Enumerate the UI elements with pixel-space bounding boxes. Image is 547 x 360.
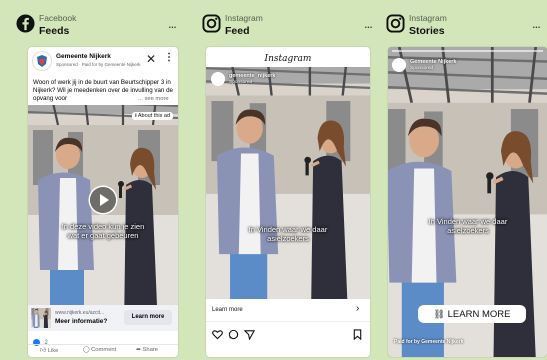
share-label: Share <box>142 347 158 353</box>
avatar <box>33 52 51 70</box>
video-caption: In Vinden waar we daar asielzoekers <box>428 217 508 235</box>
avatar <box>392 58 406 72</box>
video-caption: In Vinden waar we daar asielzoekers <box>248 225 328 243</box>
reaction-summary: 2 <box>33 334 48 347</box>
instagram-story-preview: Gemeente Nijkerk Sponsored In Vinden waa… <box>388 47 547 357</box>
facebook-icon <box>16 14 35 33</box>
placement-label: Feed <box>225 25 250 37</box>
see-more-link[interactable]: ... see more <box>136 96 169 102</box>
post-actions <box>206 325 370 343</box>
chevron-right-icon: › <box>356 303 360 314</box>
paid-for-label: Paid for by Gemeente Nijkerk <box>394 339 464 345</box>
action-bar: 👍︎ Like ◯ Comment ➦ Share <box>28 344 178 357</box>
sponsored-label: Sponsored <box>410 66 434 71</box>
video-thumbnail[interactable]: gemeente_nijkerk Sponsored In Vinden waa… <box>206 67 370 299</box>
play-button[interactable] <box>90 187 116 213</box>
play-icon <box>100 194 109 206</box>
info-icon: i <box>135 113 137 119</box>
story-progress-bar <box>392 50 543 52</box>
video-thumbnail[interactable]: i About this ad In deze video kun je zie… <box>28 105 178 305</box>
sponsored-label: Sponsored <box>229 80 253 85</box>
facebook-ad-preview: Gemeente Nijkerk Sponsored · Paid for by… <box>28 47 178 357</box>
platform-label: Facebook <box>39 13 77 23</box>
video-frame <box>206 67 370 299</box>
instagram-icon <box>386 14 405 33</box>
close-icon[interactable]: ✕ <box>146 53 156 65</box>
comment-icon: ◯ <box>83 347 90 353</box>
platform-label: Instagram <box>409 13 447 23</box>
instagram-feed-preview: Instagram gemeente_nijkerk Sponsored In … <box>206 47 370 357</box>
placement-header: Instagram Feed ... <box>202 10 378 40</box>
comment-icon[interactable] <box>228 329 239 340</box>
account-header: gemeente_nijkerk Sponsored <box>211 72 361 90</box>
learn-more-label: LEARN MORE <box>447 309 511 320</box>
about-ad-badge[interactable]: i About this ad <box>132 112 173 120</box>
instagram-feed-column: Instagram Feed ... Instagram gemeente_ni… <box>192 0 378 360</box>
account-name[interactable]: gemeente_nijkerk <box>229 73 275 79</box>
like-button[interactable]: 👍︎ Like <box>40 347 58 354</box>
facebook-feeds-column: Facebook Feeds ... Gemeente Nijkerk Spon… <box>0 0 192 360</box>
about-ad-label: About this ad <box>137 113 170 119</box>
account-name[interactable]: Gemeente Nijkerk <box>410 59 456 65</box>
story-video[interactable]: Gemeente Nijkerk Sponsored In Vinden waa… <box>388 47 547 357</box>
account-header: Gemeente Nijkerk Sponsored <box>392 58 542 74</box>
instagram-stories-column: Instagram Stories ... Gemeente Nijkerk S… <box>378 0 547 360</box>
advertiser-name[interactable]: Gemeente Nijkerk <box>56 53 111 60</box>
bookmark-icon[interactable] <box>352 329 363 340</box>
more-icon[interactable]: ⋮ <box>164 53 174 63</box>
cta-bar[interactable]: Learn more › <box>206 299 370 322</box>
more-options-button[interactable]: ... <box>364 16 373 31</box>
thumbnail-image <box>31 308 51 328</box>
more-options-button[interactable]: ... <box>532 16 541 31</box>
link-icon: ⛓︎ <box>433 309 445 319</box>
like-label: Like <box>47 348 59 354</box>
sponsored-label: Sponsored · Paid for by Gemeente Nijkerk <box>56 62 141 67</box>
link-domain: www.nijkerk.eu/azcit... <box>55 310 105 316</box>
comment-button[interactable]: ◯ Comment <box>83 347 116 353</box>
link-preview[interactable]: www.nijkerk.eu/azcit... Meer informatie?… <box>28 305 178 331</box>
share-button[interactable]: ➦ Share <box>136 347 158 353</box>
placement-header: Instagram Stories ... <box>386 10 547 40</box>
heart-icon[interactable] <box>212 329 223 340</box>
instagram-wordmark: Instagram <box>264 54 312 64</box>
post-header: Gemeente Nijkerk Sponsored · Paid for by… <box>28 47 178 77</box>
like-icon: 👍︎ <box>40 348 47 354</box>
video-caption: In deze video kun je zien wat er gaat ge… <box>61 222 145 240</box>
learn-more-button[interactable]: ⛓︎ LEARN MORE <box>418 305 526 323</box>
learn-more-link[interactable]: Learn more <box>212 307 243 313</box>
advertiser-logo <box>37 55 47 67</box>
avatar <box>211 72 225 86</box>
send-icon[interactable] <box>244 329 255 340</box>
link-thumbnail <box>31 308 51 328</box>
platform-label: Instagram <box>225 13 263 23</box>
learn-more-button[interactable]: Learn more <box>124 310 172 325</box>
instagram-icon <box>202 14 221 33</box>
comment-label: Comment <box>91 347 117 353</box>
more-options-button[interactable]: ... <box>168 16 177 31</box>
placement-label: Feeds <box>39 25 70 37</box>
link-title: Meer informatie? <box>55 318 108 325</box>
placement-label: Stories <box>409 25 445 37</box>
share-icon: ➦ <box>136 347 141 353</box>
placement-header: Facebook Feeds ... <box>16 10 192 40</box>
